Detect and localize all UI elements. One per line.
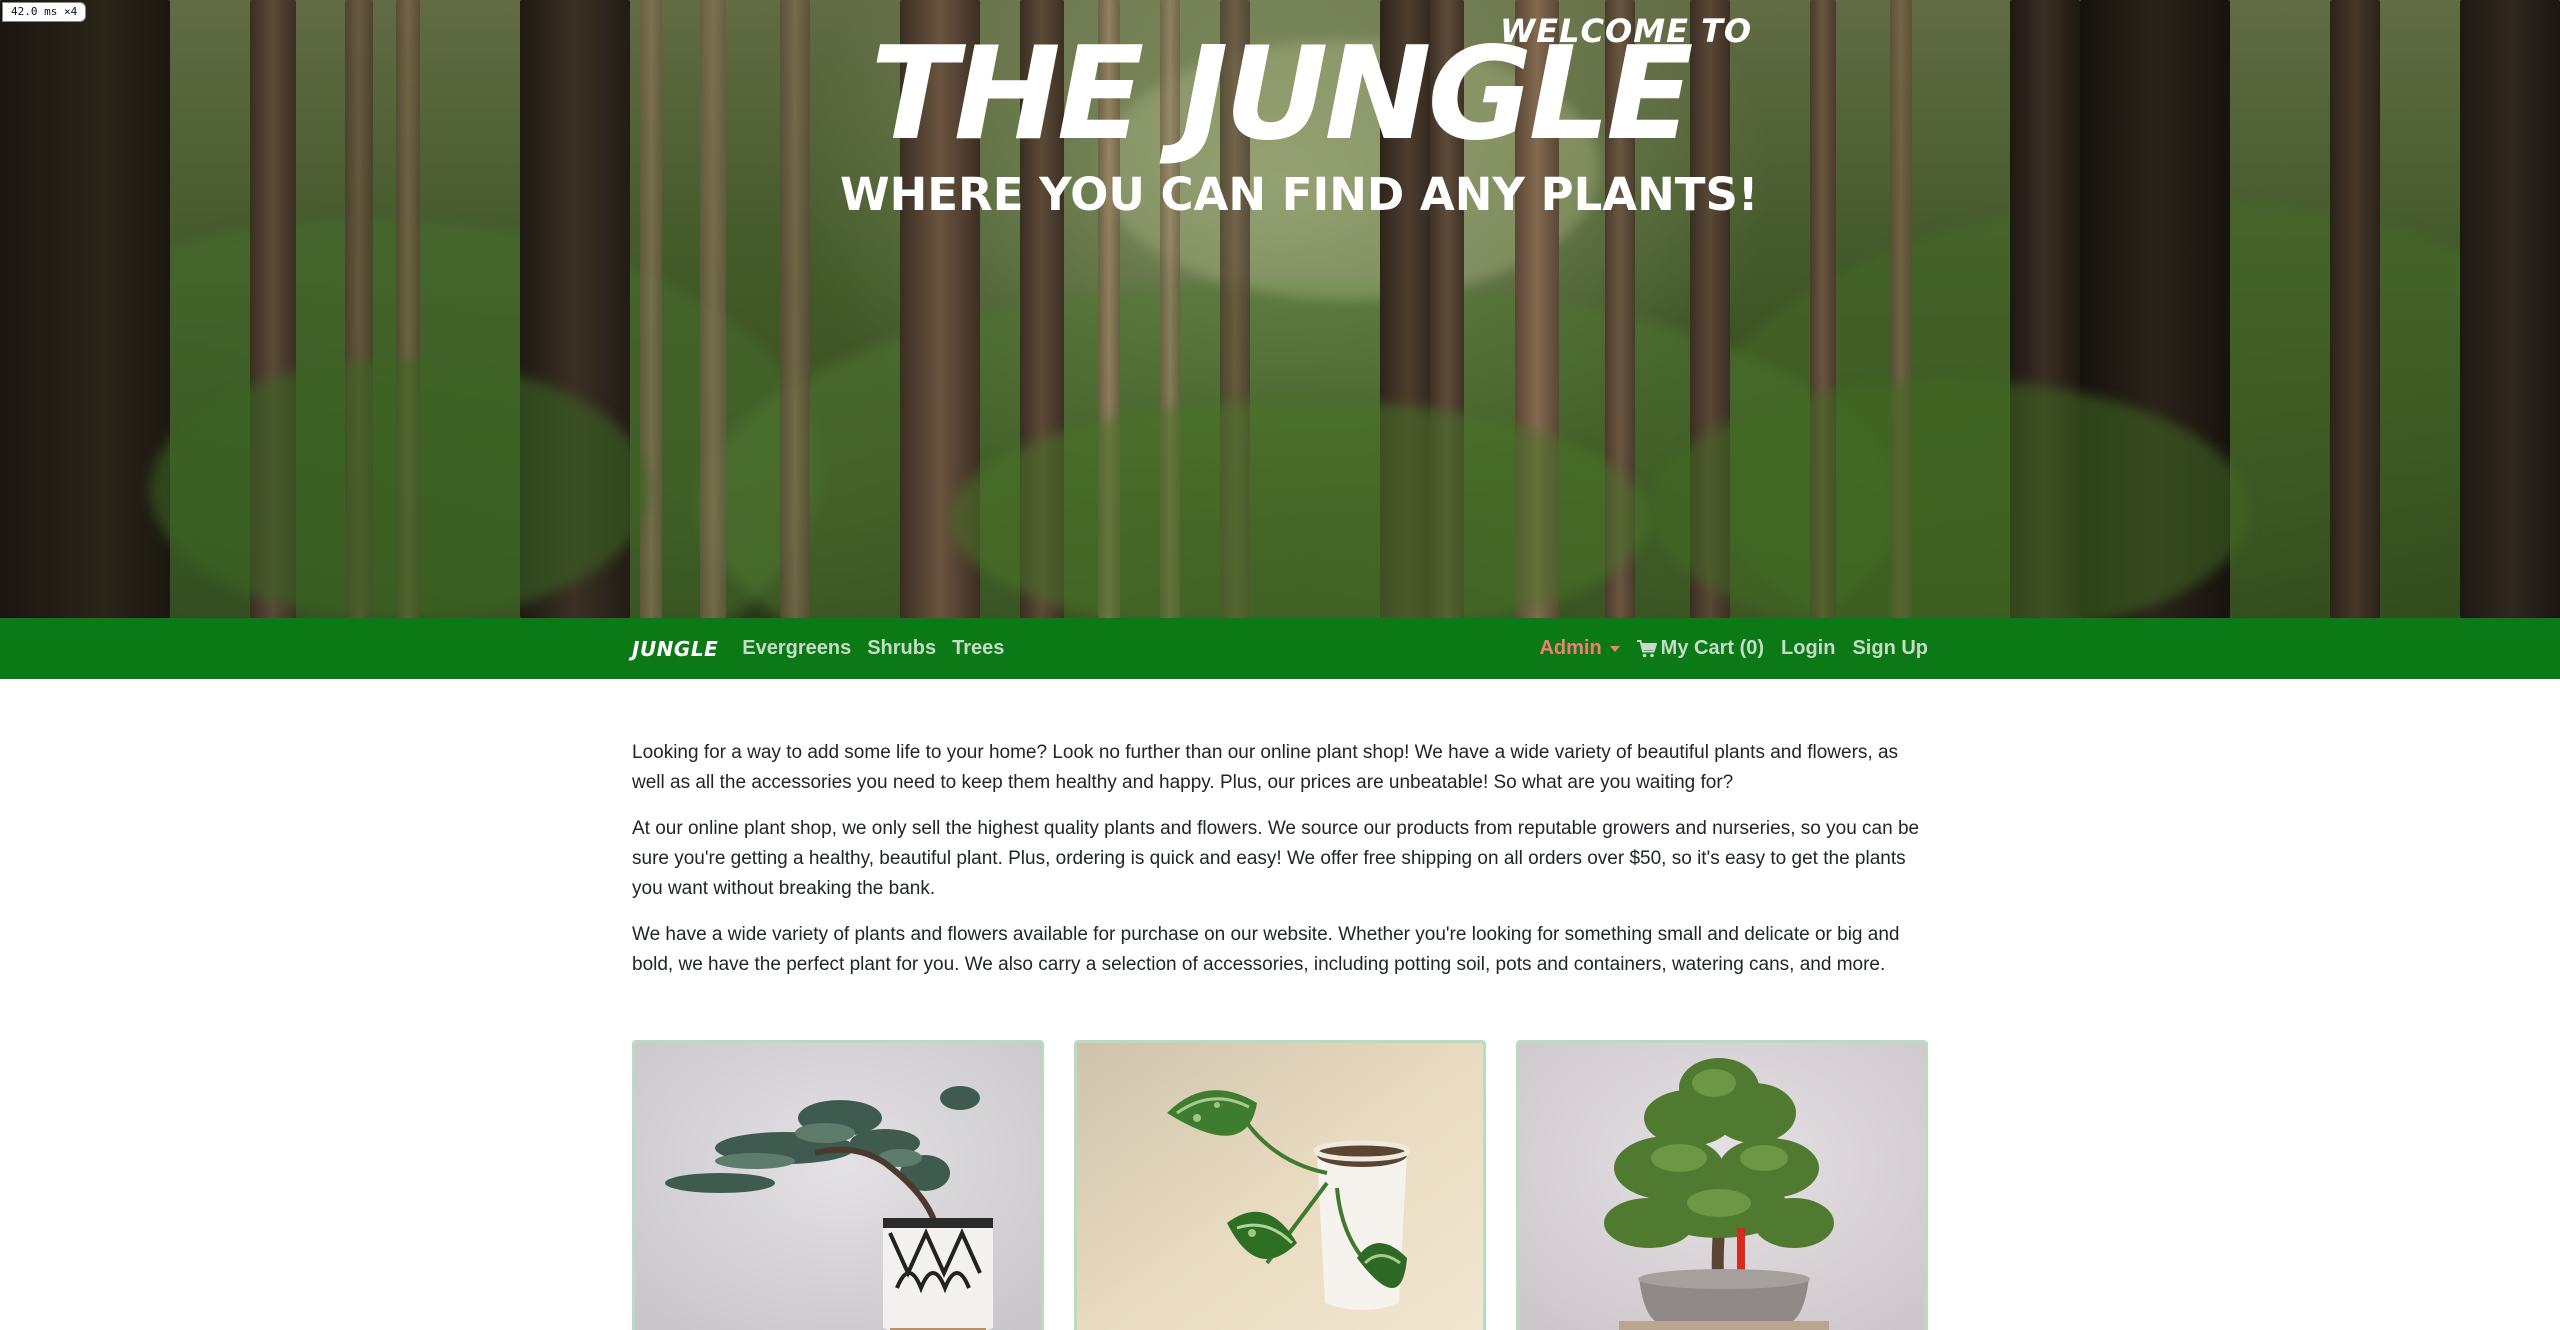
nav-link-evergreens[interactable]: Evergreens (742, 637, 851, 660)
product-card[interactable] (1074, 1040, 1486, 1330)
product-grid (632, 1040, 1928, 1330)
product-image-juniper-bonsai (635, 1043, 1041, 1330)
signup-link[interactable]: Sign Up (1852, 637, 1928, 660)
intro-paragraph: At our online plant shop, we only sell t… (632, 818, 1920, 899)
product-card[interactable] (1516, 1040, 1928, 1330)
intro-paragraph: We have a wide variety of plants and flo… (632, 924, 1900, 975)
product-image-pothos (1077, 1043, 1483, 1330)
admin-dropdown[interactable]: Admin (1539, 637, 1620, 660)
intro-paragraph: Looking for a way to add some life to yo… (632, 742, 1899, 793)
cart-label: My Cart (0) (1660, 637, 1765, 659)
main-navbar: JUNGLE Evergreens Shrubs Trees Admin My … (0, 618, 2560, 679)
perf-badge: 42.0 ms ×4 (2, 2, 87, 22)
hero-title: THE JUNGLE (870, 20, 1693, 169)
product-card[interactable] (632, 1040, 1044, 1330)
nav-link-shrubs[interactable]: Shrubs (867, 637, 936, 660)
shopping-cart-icon (1636, 639, 1657, 657)
caret-down-icon (1609, 645, 1620, 652)
product-image-bonsai (1519, 1043, 1925, 1330)
brand-logo[interactable]: JUNGLE (632, 637, 718, 661)
login-link[interactable]: Login (1781, 637, 1835, 660)
hero-banner: WELCOME TO THE JUNGLE WHERE YOU CAN FIND… (0, 0, 2560, 618)
intro-section: Looking for a way to add some life to yo… (632, 738, 1928, 996)
nav-link-trees[interactable]: Trees (952, 637, 1004, 660)
cart-link[interactable]: My Cart (0) (1636, 637, 1765, 660)
hero-subtitle: WHERE YOU CAN FIND ANY PLANTS! (840, 168, 1759, 221)
admin-label: Admin (1539, 637, 1602, 659)
